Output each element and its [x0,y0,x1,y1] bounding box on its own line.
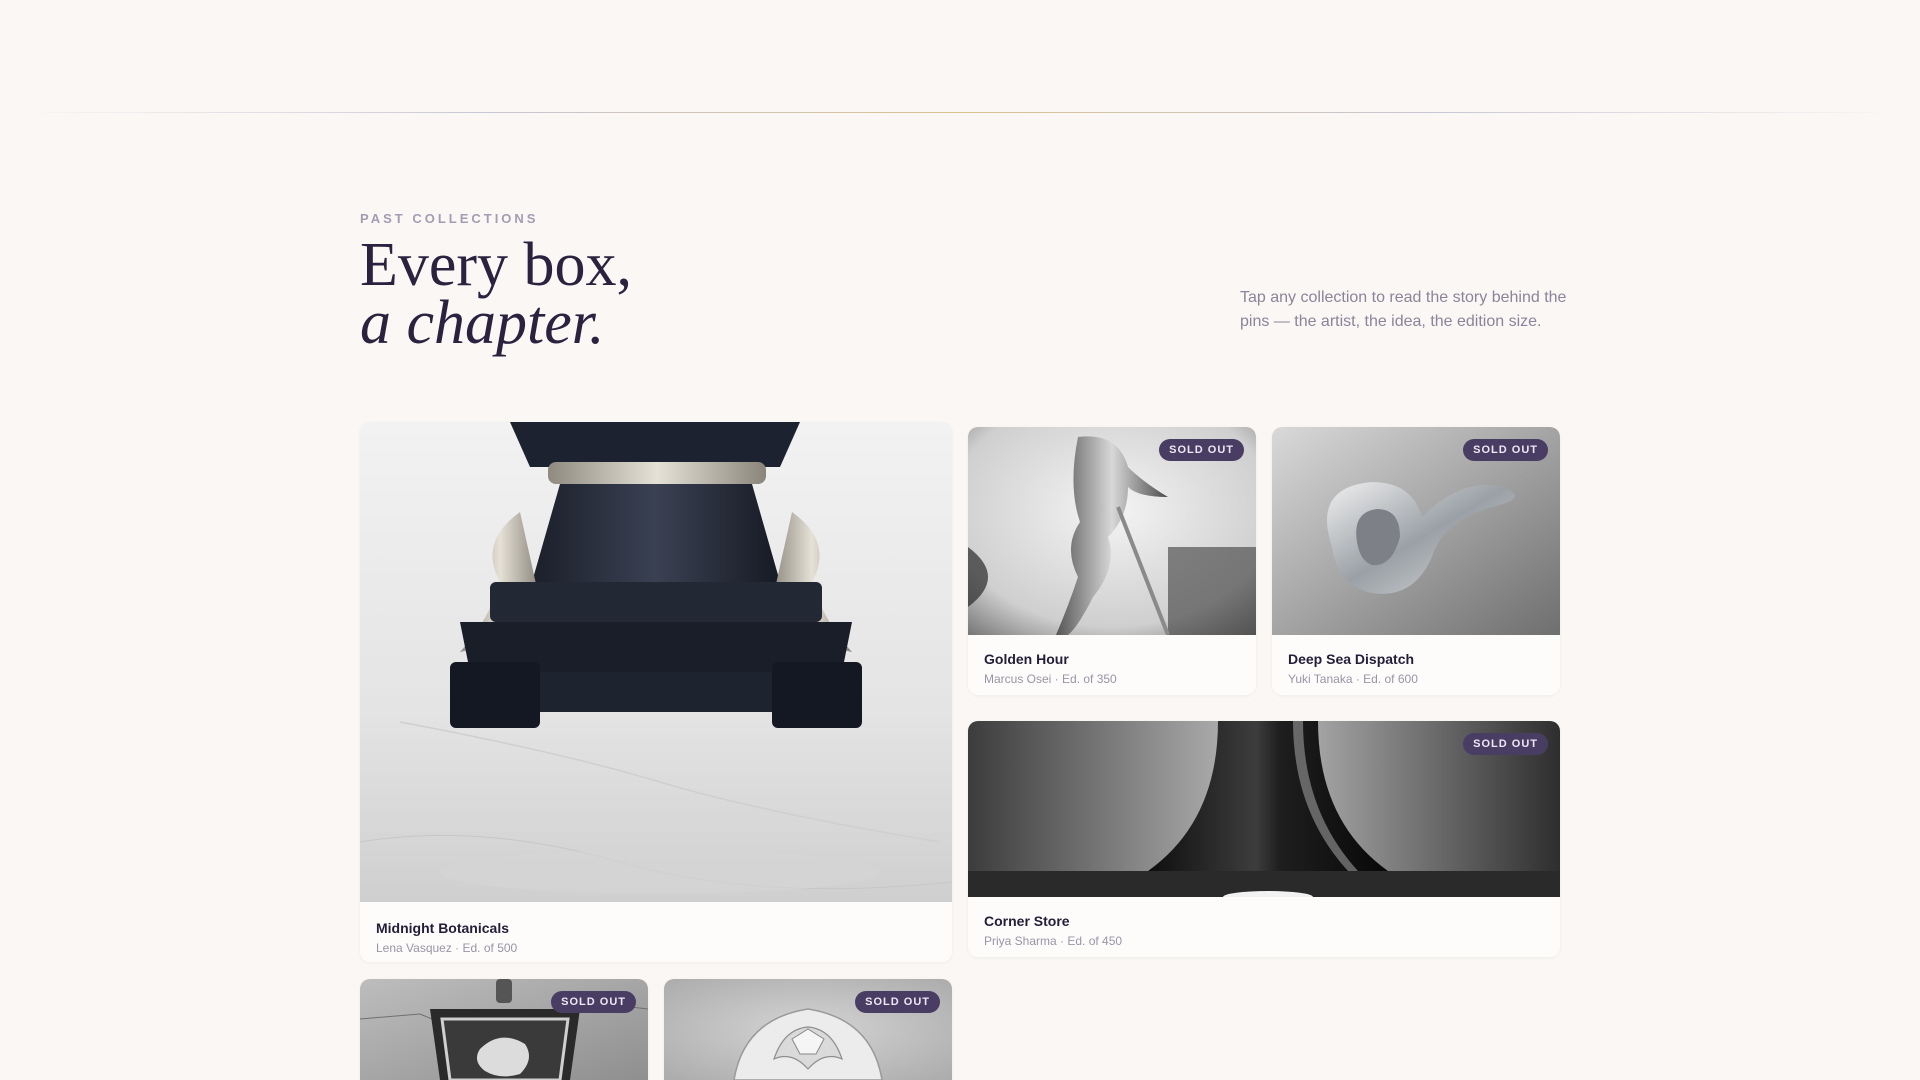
sold-out-badge: SOLD OUT [551,991,636,1013]
collection-subtitle: Lena Vasquez · Ed. of 500 [376,941,518,955]
page-title-line-2: a chapter. [360,289,605,357]
collection-title: Midnight Botanicals [376,920,509,936]
collection-card-midnight-botanicals[interactable]: Midnight Botanicals Lena Vasquez · Ed. o… [360,422,952,962]
sold-out-badge: SOLD OUT [1159,439,1244,461]
collection-card-golden-hour[interactable]: SOLD OUT Golden Hour Marcus Osei · Ed. o… [968,427,1256,695]
collection-subtitle: Yuki Tanaka · Ed. of 600 [1288,672,1418,686]
intro-text: Tap any collection to read the story beh… [1240,289,1567,330]
collection-title: Golden Hour [984,651,1069,667]
collection-subtitle: Priya Sharma · Ed. of 450 [984,934,1123,948]
collection-title: Corner Store [984,913,1070,929]
sold-out-badge: SOLD OUT [1463,439,1548,461]
collection-card-rose[interactable]: SOLD OUT [664,979,952,1080]
collection-card-lion-crest[interactable]: SOLD OUT [360,979,648,1080]
collection-title: Deep Sea Dispatch [1288,651,1415,667]
collection-subtitle: Marcus Osei · Ed. of 350 [984,672,1117,686]
section-eyebrow: PAST COLLECTIONS [360,211,539,226]
collection-image [360,422,952,902]
collection-card-corner-store[interactable]: SOLD OUT Corner Store Priya Sharma · Ed.… [968,721,1560,957]
sold-out-badge: SOLD OUT [1463,733,1548,755]
sold-out-badge: SOLD OUT [855,991,940,1013]
page-title: Every box, a chapter. [360,231,633,357]
page-title-line-1: Every box, [360,231,633,299]
collection-card-deep-sea-dispatch[interactable]: SOLD OUT Deep Sea Dispatch Yuki Tanaka ·… [1272,427,1560,695]
header-divider [24,112,1896,113]
